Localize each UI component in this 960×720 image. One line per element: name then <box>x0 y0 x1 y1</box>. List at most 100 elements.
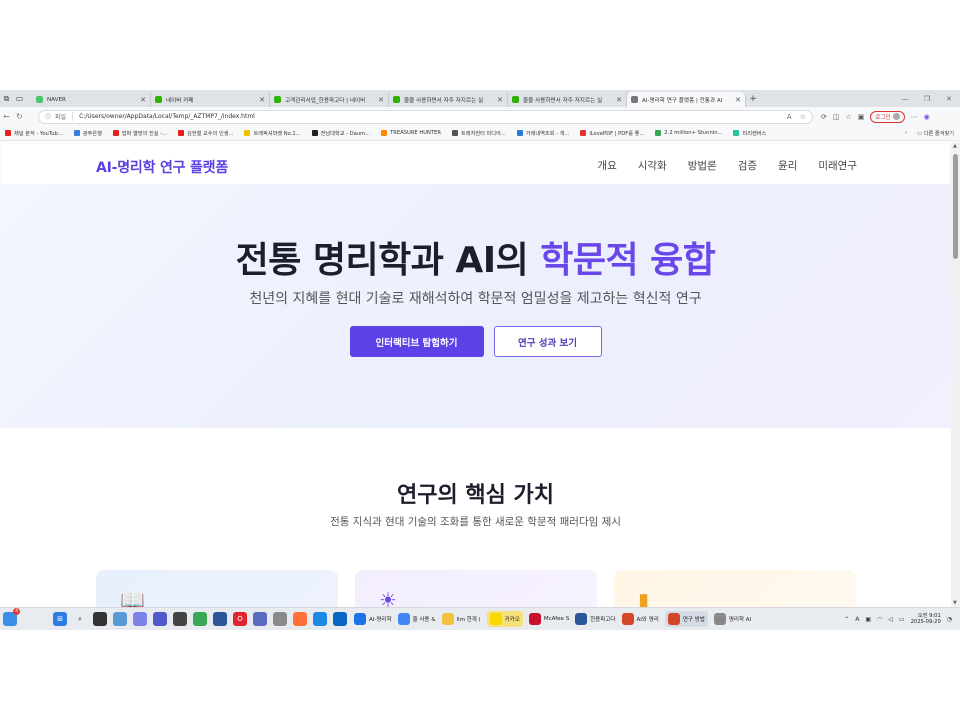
taskbar-app[interactable]: McAfee S <box>528 613 569 625</box>
url-text[interactable]: C:/Users/owner/AppData/Local/Temp/_AZTMP… <box>79 113 255 120</box>
split-screen-icon[interactable]: ◫ <box>833 113 840 121</box>
close-tab-icon[interactable]: ✕ <box>140 96 146 104</box>
read-aloud-icon[interactable]: A <box>787 113 792 121</box>
view-results-button[interactable]: 연구 성과 보기 <box>493 326 602 357</box>
site-logo[interactable]: AI-명리학 연구 플랫폼 <box>96 157 228 177</box>
opera-icon[interactable]: O <box>233 612 247 626</box>
browser-tab[interactable]: AI-명리학 연구 플랫폼 | 전통과 AI ✕ <box>627 92 746 107</box>
clock[interactable]: 오전 9:01 2025-09-20 <box>911 613 941 626</box>
new-tab-button[interactable]: + <box>746 91 760 106</box>
page-scrollbar[interactable]: ▲ ▼ <box>951 142 960 607</box>
browser-tab[interactable]: 고객관리사업_한용파고다 | 네이버 ✕ <box>270 92 389 107</box>
bookmark-item[interactable]: 트래픽셔마켓 No.1... <box>244 130 301 137</box>
refresh-icon[interactable]: ↻ <box>13 107 26 126</box>
bookmark-item[interactable]: 채널 분석 - YouTub... <box>5 130 63 137</box>
nav-link[interactable]: 시각화 <box>638 158 667 173</box>
outlook-icon[interactable] <box>333 612 347 626</box>
close-tab-icon[interactable]: ✕ <box>259 96 265 104</box>
browser-tab[interactable]: 줄줄 사용하면서 자주 저지르는 실 ✕ <box>508 92 627 107</box>
taskbar-app[interactable]: 명리학 AI <box>713 613 751 625</box>
store-icon[interactable] <box>173 612 187 626</box>
app-icon-sky[interactable] <box>313 612 327 626</box>
bookmark-item[interactable]: iLovePDF | PDF를 좋... <box>580 130 644 137</box>
taskbar-app[interactable]: 카카오 <box>486 611 523 627</box>
bookmark-item[interactable]: 트래저헌터 미디어... <box>452 130 506 137</box>
info-icon[interactable]: ⓘ <box>45 112 51 121</box>
browser-tab[interactable]: 줄줄 사용하면서 자주 저지르는 실 ✕ <box>389 92 508 107</box>
wifi-icon[interactable]: ◠ <box>877 616 882 623</box>
widgets-icon[interactable] <box>113 612 127 626</box>
task-view-icon[interactable] <box>93 612 107 626</box>
taskbar-app[interactable]: 연구 방법 <box>664 611 708 627</box>
close-tab-icon[interactable]: ✕ <box>616 96 622 104</box>
bookmark-item[interactable]: 거래내역조회 - 개... <box>516 130 569 137</box>
teams-icon[interactable] <box>153 612 167 626</box>
nav-link[interactable]: 방법론 <box>688 158 717 173</box>
bookmark-favicon-icon <box>580 130 587 136</box>
ime-indicator[interactable]: ▣ <box>865 616 871 623</box>
weather-widget-icon[interactable]: 4 <box>3 608 20 626</box>
more-menu-icon[interactable]: ⋯ <box>911 113 918 121</box>
value-card-2[interactable]: ☀ <box>355 570 597 607</box>
app-icon-green[interactable] <box>193 612 207 626</box>
value-card-1[interactable]: 📖 <box>96 570 338 607</box>
favorites-icon[interactable]: ☆ <box>846 113 852 121</box>
browser-tab[interactable]: 네이버 카페 ✕ <box>151 92 270 107</box>
tab-actions-icon[interactable]: ▭ <box>13 90 26 107</box>
chevron-right-icon[interactable]: › <box>905 130 907 136</box>
favorite-star-icon[interactable]: ☆ <box>800 113 806 121</box>
tray-overflow-icon[interactable]: ⌃ <box>844 616 849 623</box>
close-tab-icon[interactable]: ✕ <box>735 96 741 104</box>
taskbar-app[interactable]: 한용파고다 <box>575 613 616 625</box>
close-window-button[interactable]: ✕ <box>938 95 960 103</box>
bookmarks-overflow: › ▭ 다른 즐겨찾기 <box>905 130 960 137</box>
copilot-taskbar-icon[interactable] <box>133 612 147 626</box>
scrollbar-thumb[interactable] <box>953 154 958 259</box>
address-bar[interactable]: ⓘ 파일 C:/Users/owner/AppData/Local/Temp/_… <box>38 109 813 124</box>
bookmark-item[interactable]: 2.2 million+ Stunnin... <box>655 130 722 136</box>
collections-icon[interactable]: ▣ <box>858 113 865 121</box>
taskbar-app[interactable]: AI와 명리 <box>621 613 659 625</box>
app-icon-blue[interactable] <box>213 612 227 626</box>
scroll-up-icon[interactable]: ▲ <box>953 143 957 149</box>
taskbar-app[interactable]: AI-명리학 <box>354 613 392 625</box>
copilot-icon[interactable]: ◉ <box>924 113 930 121</box>
scroll-down-icon[interactable]: ▼ <box>953 600 957 606</box>
windows-start-icon[interactable]: ⊞ <box>53 612 67 626</box>
bookmark-item[interactable]: 김헌철 교수의 인생... <box>178 130 233 137</box>
interactive-explore-button[interactable]: 인터랙티브 탐험하기 <box>349 326 484 357</box>
value-card-3[interactable]: ▮ <box>614 570 856 607</box>
tab-strip: ⧉ ▭ NAVER ✕ 네이버 카페 ✕ 고객관리사업_한용파고다 | 네이버 ✕ 줄줄 사… <box>0 90 960 107</box>
tab-title: AI-명리학 연구 플랫폼 | 전통과 AI <box>642 97 723 104</box>
close-tab-icon[interactable]: ✕ <box>497 96 503 104</box>
bookmark-item[interactable]: 광주은행 <box>73 130 102 137</box>
bookmark-item[interactable]: TREASURE HUNTER <box>381 130 441 136</box>
nav-link[interactable]: 개요 <box>597 158 616 173</box>
workspaces-icon[interactable]: ⧉ <box>0 90 13 107</box>
minimize-button[interactable]: — <box>894 95 916 103</box>
extensions-icon[interactable]: ⟳ <box>821 113 827 121</box>
nav-link[interactable]: 윤리 <box>778 158 797 173</box>
browser-tab[interactable]: NAVER ✕ <box>32 92 151 107</box>
taskbar-app-label: 카카오 <box>504 617 520 623</box>
app-icon-indigo[interactable] <box>253 612 267 626</box>
nav-link[interactable]: 미래연구 <box>818 158 857 173</box>
firefox-icon[interactable] <box>293 612 307 626</box>
app-icon-gray[interactable] <box>273 612 287 626</box>
other-favorites[interactable]: ▭ 다른 즐겨찾기 <box>917 130 954 137</box>
back-icon[interactable]: ← <box>0 107 13 126</box>
volume-icon[interactable]: ◁ <box>888 616 893 623</box>
search-icon[interactable]: ⌕ <box>73 612 87 626</box>
bookmark-item[interactable]: 밥퍼 열망의 진실 -... <box>112 130 167 137</box>
close-tab-icon[interactable]: ✕ <box>378 96 384 104</box>
notification-bell-icon[interactable]: ◔ <box>947 616 952 623</box>
profile-button[interactable]: 로그인 <box>870 110 905 123</box>
lang-indicator[interactable]: A <box>855 616 859 623</box>
bookmark-item[interactable]: 미리캔버스 <box>733 130 766 137</box>
bookmark-item[interactable]: 전남대학교 - Daum... <box>311 130 370 137</box>
battery-icon[interactable]: ▭ <box>899 616 905 623</box>
taskbar-app[interactable]: 줄 사용 & <box>397 613 436 625</box>
taskbar-app[interactable]: llm 한계 ( <box>441 613 481 625</box>
restore-button[interactable]: ❐ <box>916 95 938 103</box>
nav-link[interactable]: 검증 <box>738 158 757 173</box>
